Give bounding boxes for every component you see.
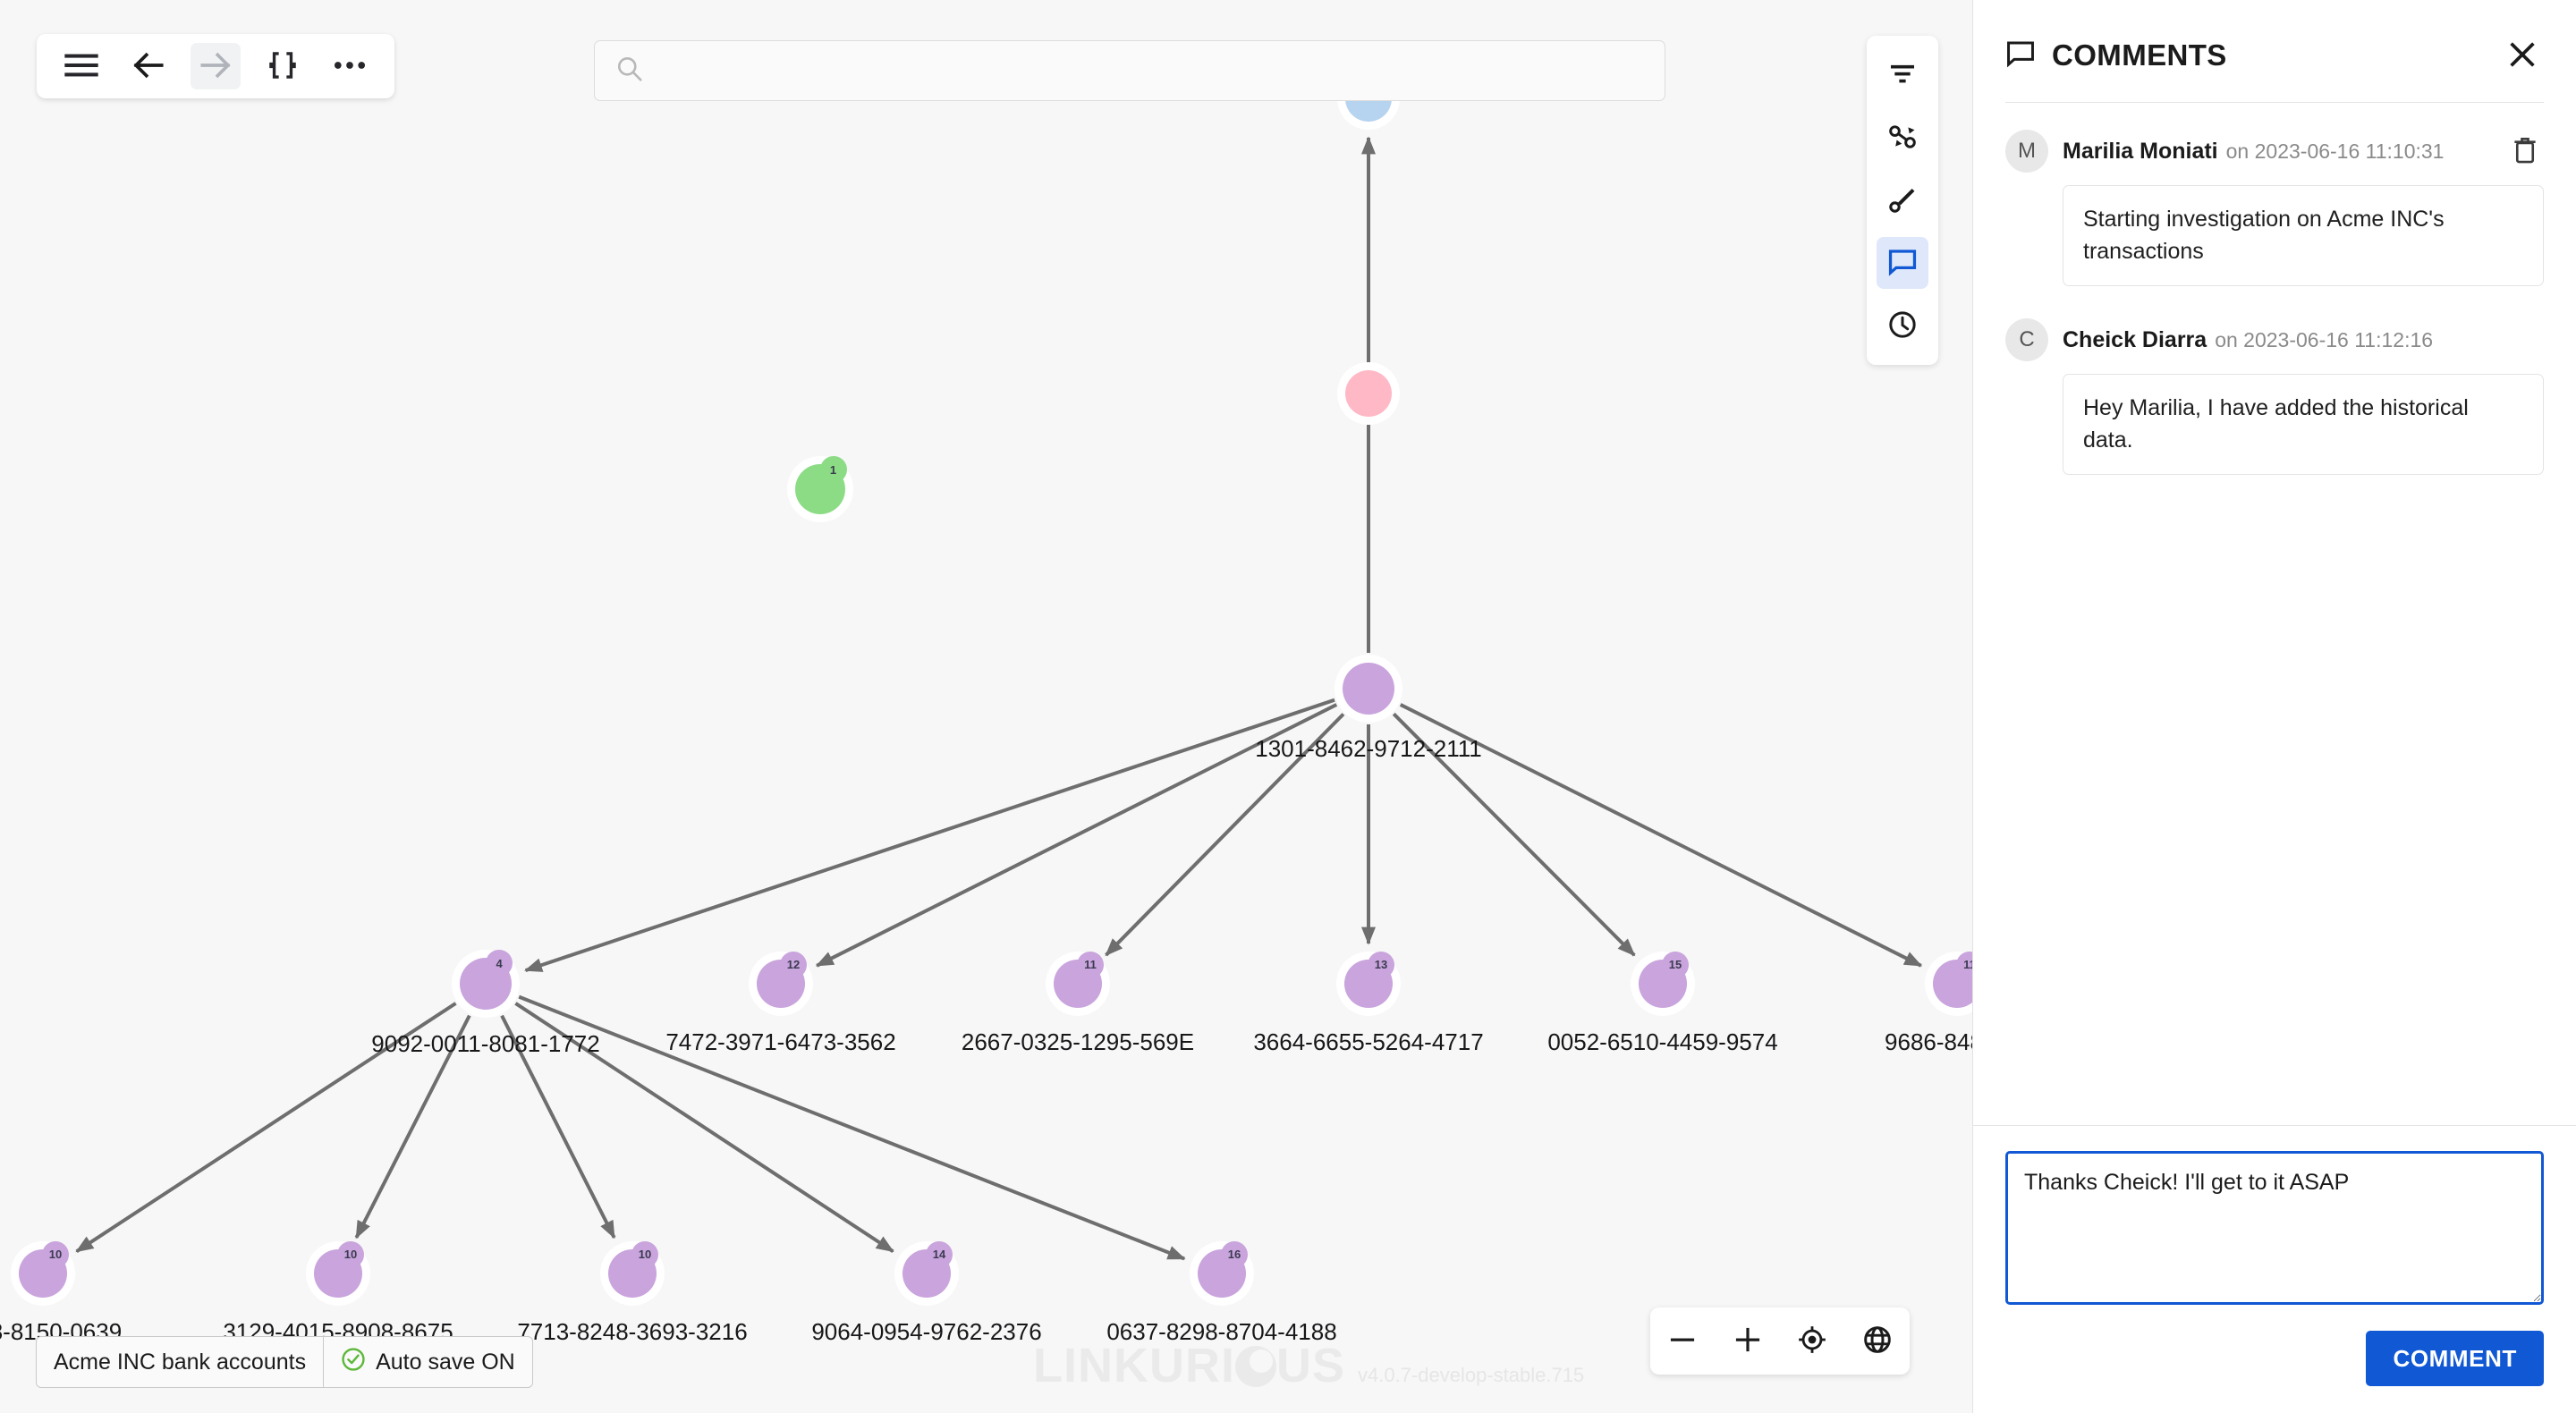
search-icon [616, 55, 643, 87]
node-label: 3664-6655-5264-4717 [1253, 1028, 1483, 1056]
zoom-in-button[interactable] [1722, 1316, 1774, 1367]
filter-icon [1887, 63, 1918, 89]
comment-meta: Marilia Moniati on 2023-06-16 11:10:31 [2063, 139, 2492, 165]
zoom-controls [1650, 1307, 1910, 1375]
right-tool-rail [1867, 36, 1938, 365]
graph-edges-layer [0, 0, 1972, 1413]
main-toolbar [37, 34, 394, 98]
comment-author: Cheick Diarra [2063, 327, 2207, 352]
history-button[interactable] [1877, 300, 1928, 351]
center-graph-button[interactable] [1786, 1316, 1838, 1367]
composer-actions: COMMENT [2005, 1331, 2544, 1386]
autosave-status: Auto save ON [324, 1337, 532, 1387]
node-badge: 13 [1368, 952, 1394, 978]
avatar: M [2005, 130, 2048, 173]
node-badge: 1 [820, 456, 847, 483]
graph-edge[interactable] [526, 700, 1335, 970]
status-bar: Acme INC bank accounts Auto save ON [36, 1336, 533, 1388]
node-badge: 10 [631, 1241, 658, 1268]
comment-item: M Marilia Moniati on 2023-06-16 11:10:31 St… [2005, 130, 2544, 286]
filter-button[interactable] [1877, 49, 1928, 101]
node-label: 9092-0011-8081-1772 [371, 1030, 599, 1058]
comment-header: C Cheick Diarra on 2023-06-16 11:12:16 [2005, 318, 2544, 361]
comment-timestamp: on 2023-06-16 11:12:16 [2215, 328, 2433, 351]
node-badge: 11 [1077, 952, 1104, 978]
comment-composer: COMMENT [1973, 1125, 2576, 1413]
more-options-button[interactable] [326, 43, 375, 89]
back-button[interactable] [123, 43, 173, 89]
ellipsis-icon [334, 59, 366, 74]
comment-text: Hey Marilia, I have added the historical… [2063, 374, 2544, 475]
node-badge: 10 [337, 1241, 364, 1268]
comment-timestamp: on 2023-06-16 11:10:31 [2226, 140, 2445, 163]
node-badge: 12 [780, 952, 807, 978]
comment-header: M Marilia Moniati on 2023-06-16 11:10:31 [2005, 130, 2544, 173]
linkurious-app: 11301-8462-9712-211149092-0011-8081-1772… [0, 0, 2576, 1413]
comments-panel: COMMENTS M Marilia Moniati on 2023-06-16 1… [1972, 0, 2576, 1413]
crosshair-icon [1797, 1324, 1827, 1358]
node-badge: 10 [42, 1241, 69, 1268]
comment-text: Starting investigation on Acme INC's tra… [2063, 185, 2544, 286]
node-label: 7713-8248-3693-3216 [517, 1318, 747, 1346]
comments-button[interactable] [1877, 237, 1928, 289]
arrow-left-icon [131, 50, 165, 83]
json-view-button[interactable] [258, 43, 308, 89]
node-label: 0052-6510-4459-9574 [1547, 1028, 1777, 1056]
comments-list[interactable]: M Marilia Moniati on 2023-06-16 11:10:31 St… [1973, 103, 2576, 1125]
comment-item: C Cheick Diarra on 2023-06-16 11:12:16 Hey … [2005, 318, 2544, 475]
design-button[interactable] [1877, 174, 1928, 226]
arrow-right-icon [199, 50, 233, 83]
check-circle-icon [341, 1347, 366, 1378]
hamburger-icon [64, 53, 98, 80]
node-circle[interactable] [1343, 663, 1394, 715]
node-label: 7472-3971-6473-3562 [665, 1028, 895, 1056]
close-icon [2507, 39, 2538, 72]
node-badge: 14 [926, 1241, 953, 1268]
comment-bubble-icon [2005, 39, 2036, 72]
menu-button[interactable] [56, 43, 106, 89]
zoom-out-button[interactable] [1657, 1316, 1708, 1367]
search-input[interactable] [659, 58, 1643, 84]
comments-panel-title: COMMENTS [2052, 38, 2501, 72]
trash-icon [2512, 136, 2538, 167]
node-label: 1301-8462-9712-2111 [1255, 735, 1481, 763]
comment-input[interactable] [2005, 1151, 2544, 1305]
autosave-label: Auto save ON [376, 1350, 515, 1375]
minus-icon [1668, 1325, 1697, 1357]
node-label: 0637-8298-8704-4188 [1106, 1318, 1336, 1346]
curly-braces-icon [266, 51, 300, 82]
node-label: 2667-0325-1295-569E [962, 1028, 1194, 1056]
delete-comment-button[interactable] [2506, 132, 2544, 170]
paintbrush-icon [1887, 184, 1918, 217]
node-label: 9064-0954-9762-2376 [811, 1318, 1041, 1346]
clock-icon [1887, 309, 1918, 343]
submit-comment-button[interactable]: COMMENT [2366, 1331, 2544, 1386]
plus-icon [1733, 1325, 1762, 1357]
avatar: C [2005, 318, 2048, 361]
node-label: 9686-8485-95 [1885, 1028, 1972, 1056]
graph-canvas[interactable]: 11301-8462-9712-211149092-0011-8081-1772… [0, 0, 1972, 1413]
globe-icon [1862, 1324, 1893, 1358]
visualization-title[interactable]: Acme INC bank accounts [37, 1337, 324, 1387]
node-badge: 15 [1662, 952, 1689, 978]
comments-header: COMMENTS [1973, 0, 2576, 102]
node-circle[interactable] [1345, 370, 1392, 417]
comment-bubble-icon [1887, 248, 1918, 279]
geo-mode-button[interactable] [1852, 1316, 1903, 1367]
search-bar[interactable] [594, 40, 1665, 101]
comment-meta: Cheick Diarra on 2023-06-16 11:12:16 [2063, 327, 2544, 353]
comment-author: Marilia Moniati [2063, 139, 2218, 164]
node-link-icon [1887, 122, 1918, 155]
close-panel-button[interactable] [2501, 34, 2544, 77]
forward-button[interactable] [191, 43, 240, 89]
graph-schema-button[interactable] [1877, 112, 1928, 164]
node-badge: 16 [1221, 1241, 1248, 1268]
